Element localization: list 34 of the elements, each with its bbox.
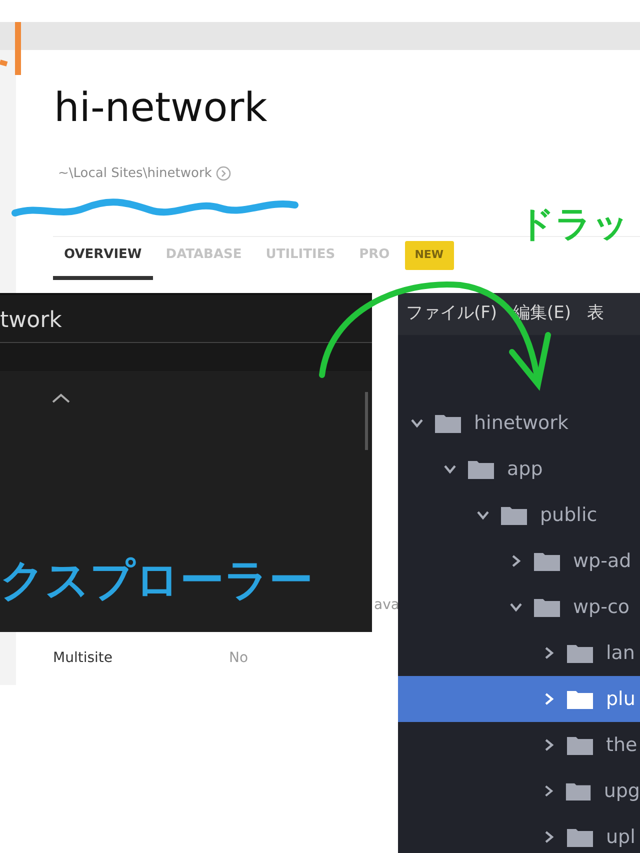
folder-icon — [566, 688, 594, 710]
tab[interactable]: OVERVIEW — [53, 241, 153, 280]
folder-icon — [566, 642, 594, 664]
folder-icon — [533, 596, 561, 618]
window-title: twork — [0, 295, 372, 343]
tree-item[interactable]: upg — [398, 768, 640, 814]
tree-item[interactable]: the — [398, 722, 640, 768]
tree-item[interactable]: lan — [398, 630, 640, 676]
tree-item[interactable]: hinetwork — [398, 400, 640, 446]
menu-item[interactable]: 表 — [587, 301, 604, 335]
new-badge: NEW — [404, 241, 454, 270]
tree-item[interactable]: upl — [398, 814, 640, 853]
handwritten-note: ドラッ — [518, 205, 629, 245]
site-title: hi-network — [54, 88, 268, 128]
menu-item[interactable]: ファイル(F) — [406, 301, 498, 335]
folder-icon — [434, 412, 462, 434]
folder-icon — [500, 504, 528, 526]
folder-icon — [533, 550, 561, 572]
tree-item[interactable]: app — [398, 446, 640, 492]
folder-icon — [467, 458, 495, 480]
partial-text: ava — [374, 596, 400, 615]
marker-scribble-drawing — [0, 22, 21, 75]
chevron-up-icon[interactable] — [51, 392, 71, 404]
site-path: ~\Local Sites\hinetwork — [58, 165, 212, 183]
row-label: Multisite — [53, 649, 114, 668]
tree-item[interactable]: public — [398, 492, 640, 538]
row-value: No — [229, 649, 248, 668]
scrollbar-thumb[interactable] — [365, 392, 368, 450]
handwritten-note: クスプローラー — [0, 554, 313, 608]
tree-item[interactable]: plu — [398, 676, 640, 722]
tree-item[interactable]: wp-co — [398, 584, 640, 630]
folder-icon — [566, 734, 594, 756]
folder-icon — [566, 826, 594, 848]
tree-item[interactable]: wp-ad — [398, 538, 640, 584]
